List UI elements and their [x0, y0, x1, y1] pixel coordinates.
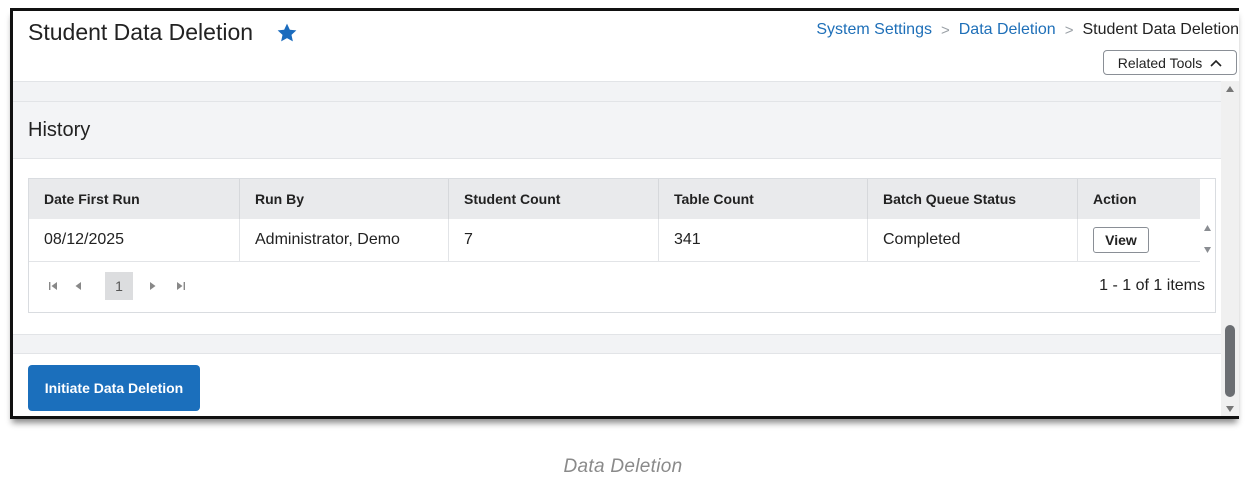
view-button[interactable]: View	[1093, 227, 1149, 253]
cell-table-count: 341	[659, 219, 868, 261]
column-header-run-by[interactable]: Run By	[240, 179, 449, 219]
action-bar: Initiate Data Deletion	[13, 353, 1221, 416]
history-title: History	[28, 119, 91, 141]
last-page-icon[interactable]	[175, 280, 187, 292]
cell-run-by: Administrator, Demo	[240, 219, 449, 261]
previous-page-icon[interactable]	[72, 280, 84, 292]
page-number-current[interactable]: 1	[105, 272, 133, 300]
initiate-data-deletion-button[interactable]: Initiate Data Deletion	[28, 365, 200, 411]
cell-batch-queue-status: Completed	[868, 219, 1078, 261]
chevron-up-icon	[1210, 59, 1222, 67]
chevron-right-icon: >	[940, 21, 950, 39]
scroll-down-arrow-icon[interactable]	[1225, 405, 1235, 413]
history-panel: History Date First Run Run By Student Co…	[13, 101, 1221, 335]
scrollbar-thumb[interactable]	[1225, 325, 1235, 397]
star-icon[interactable]	[276, 22, 298, 44]
breadcrumb-system-settings[interactable]: System Settings	[816, 21, 932, 39]
page-title: Student Data Deletion	[28, 19, 254, 45]
grid-scrollbar[interactable]	[1200, 219, 1215, 261]
app-window: Student Data Deletion System Settings > …	[10, 8, 1239, 419]
column-header-date-first-run[interactable]: Date First Run	[29, 179, 240, 219]
column-header-student-count[interactable]: Student Count	[449, 179, 659, 219]
pager-summary: 1 - 1 of 1 items	[1099, 277, 1205, 294]
related-tools-label: Related Tools	[1117, 54, 1203, 71]
page-scrollbar[interactable]	[1221, 81, 1239, 416]
history-grid: Date First Run Run By Student Count Tabl…	[28, 178, 1216, 313]
pager: 1 1 - 1 of 1 items	[29, 262, 1215, 312]
chevron-right-icon: >	[1064, 21, 1074, 39]
figure-caption: Data Deletion	[563, 456, 683, 477]
table-row: 08/12/2025 Administrator, Demo 7 341 Com…	[29, 219, 1200, 262]
next-page-icon[interactable]	[147, 280, 159, 292]
cell-date-first-run: 08/12/2025	[29, 219, 240, 261]
breadcrumb-current: Student Data Deletion	[1082, 21, 1239, 38]
breadcrumb: System Settings > Data Deletion > Studen…	[816, 21, 1239, 39]
scroll-down-arrow-icon[interactable]	[1204, 247, 1211, 253]
page-header: Student Data Deletion System Settings > …	[13, 11, 1239, 82]
first-page-icon[interactable]	[47, 280, 59, 292]
column-header-action[interactable]: Action	[1078, 179, 1200, 219]
cell-student-count: 7	[449, 219, 659, 261]
column-header-table-count[interactable]: Table Count	[659, 179, 868, 219]
breadcrumb-data-deletion[interactable]: Data Deletion	[959, 21, 1056, 39]
grid-header: Date First Run Run By Student Count Tabl…	[29, 179, 1200, 219]
column-header-batch-queue-status[interactable]: Batch Queue Status	[868, 179, 1078, 219]
scroll-up-arrow-icon[interactable]	[1204, 225, 1211, 231]
related-tools-button[interactable]: Related Tools	[1103, 50, 1237, 75]
history-panel-header: History	[13, 102, 1221, 159]
scroll-up-arrow-icon[interactable]	[1225, 85, 1235, 93]
